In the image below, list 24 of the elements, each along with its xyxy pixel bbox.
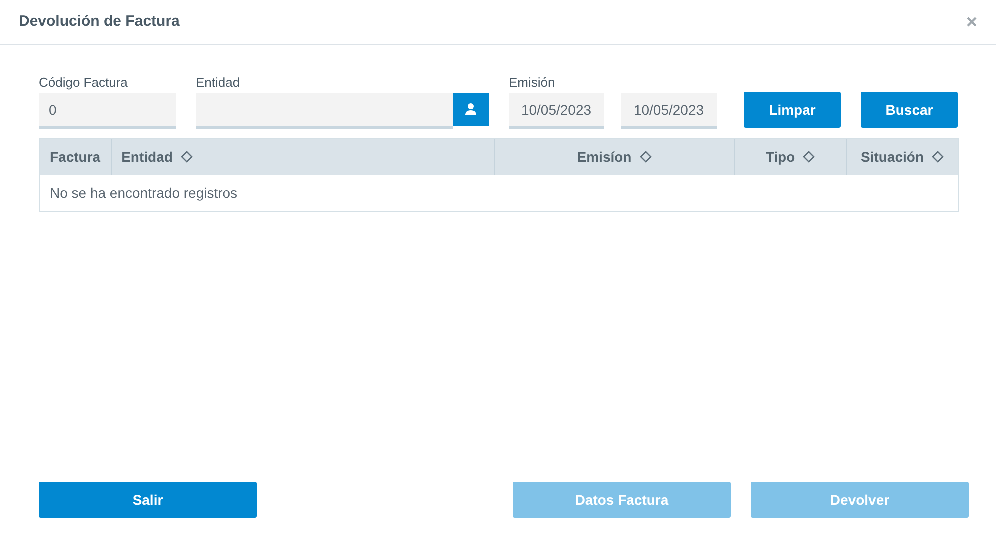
sort-icon (803, 151, 816, 163)
field-label: Emisión (509, 74, 556, 91)
date-field[interactable]: 10/05/2023 (621, 93, 717, 129)
sort-icon (640, 151, 652, 163)
date-field[interactable]: 10/05/2023 (509, 93, 604, 129)
field-label: Código Factura (39, 74, 129, 91)
user-icon (465, 103, 477, 116)
sort-icon (932, 151, 944, 163)
column-header[interactable]: Emisíon (494, 139, 734, 175)
sort-icon (180, 151, 193, 163)
window-title: Devolución de Factura (19, 12, 180, 32)
action-button[interactable]: Salir (39, 482, 257, 518)
empty-message: No se ha encontrado registros (50, 184, 238, 203)
field-label: Entidad (196, 74, 242, 91)
column-header[interactable]: Entidad (110, 139, 494, 175)
column-header[interactable]: Situación (846, 139, 958, 175)
action-button[interactable]: Limpar (744, 92, 841, 128)
column-header[interactable]: Tipo (734, 139, 846, 175)
input-field[interactable]: 0 (39, 93, 176, 129)
close-icon[interactable] (967, 17, 977, 27)
input-field[interactable] (196, 93, 453, 129)
column-header: Factura (49, 148, 102, 166)
action-button[interactable]: Buscar (861, 92, 958, 128)
user-search-button[interactable] (453, 93, 489, 126)
